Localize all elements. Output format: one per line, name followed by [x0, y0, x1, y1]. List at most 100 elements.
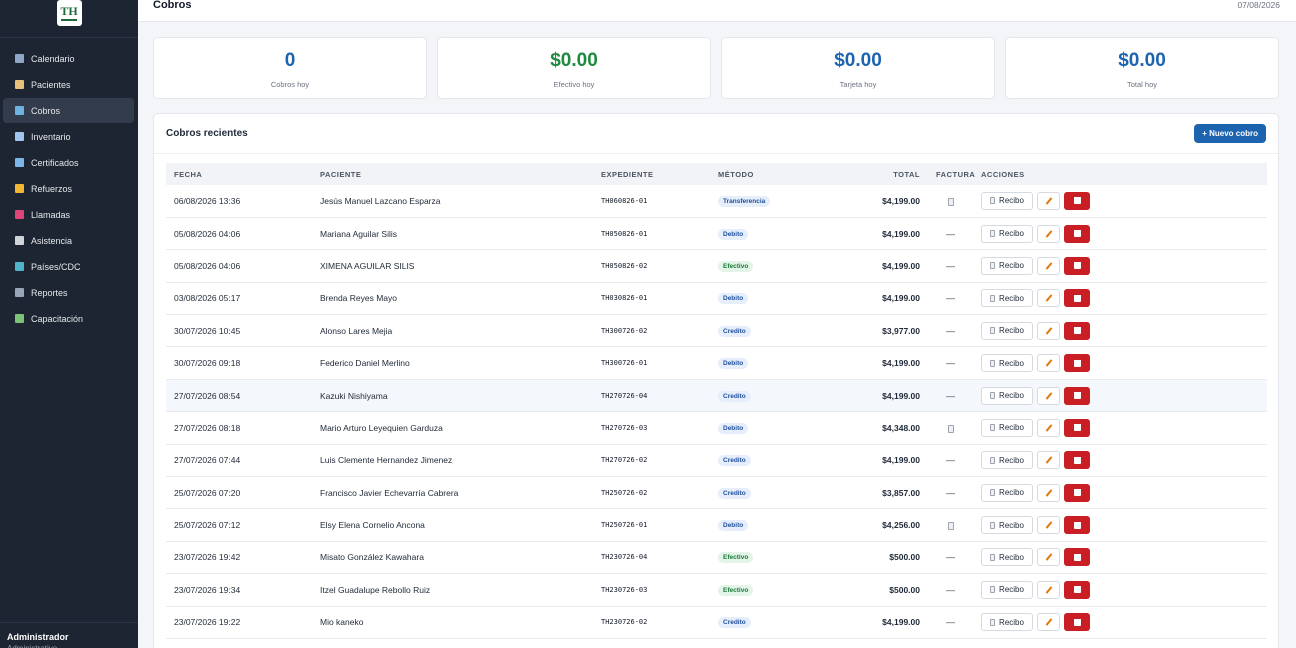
receipt-icon [990, 586, 996, 594]
table-row[interactable]: 30/07/2026 10:45 Alonso Lares Mejia TH3007… [166, 315, 1267, 347]
sidebar-item-certificados[interactable]: Certificados [3, 150, 134, 175]
sidebar-item-cobros[interactable]: Cobros [3, 98, 134, 123]
edit-button[interactable] [1037, 289, 1060, 308]
card-title: Cobros recientes [166, 128, 248, 139]
trash-icon [1073, 392, 1081, 400]
trash-icon [1073, 489, 1081, 497]
delete-button[interactable] [1064, 224, 1090, 243]
invoice-cell: — [928, 347, 973, 379]
sidebar-item-llamadas[interactable]: Llamadas [3, 202, 134, 227]
actions-cell: Recibo [973, 217, 1267, 249]
edit-button[interactable] [1037, 191, 1060, 210]
receipt-button[interactable]: Recibo [981, 256, 1033, 275]
receipt-button[interactable]: Recibo [981, 613, 1033, 632]
edit-button[interactable] [1037, 386, 1060, 405]
sidebar-item-reportes[interactable]: Reportes [3, 280, 134, 305]
table-row[interactable]: 23/07/2026 19:22 Mio kaneko TH230726-02 Cre… [166, 606, 1267, 639]
edit-button[interactable] [1037, 516, 1060, 535]
method-cell: Debito [710, 347, 830, 379]
trash-icon [1073, 456, 1081, 464]
delete-button[interactable] [1064, 191, 1090, 210]
edit-button[interactable] [1037, 451, 1060, 470]
receipt-button[interactable]: Recibo [981, 580, 1033, 599]
table-row[interactable]: 30/07/2026 09:18 Federico Daniel Merlino T… [166, 347, 1267, 380]
table-row[interactable]: 06/08/2026 13:36 Jesús Manuel Lazcano Esp… [166, 185, 1267, 218]
table-row[interactable]: 27/07/2026 08:54 Kazuki Nishiyama TH270726… [166, 379, 1267, 412]
payment-date: 30/07/2026 10:45 [174, 325, 241, 336]
delete-button[interactable] [1064, 451, 1090, 470]
receipt-button[interactable]: Recibo [981, 516, 1033, 535]
phone-icon [15, 210, 24, 219]
sidebar-item-pacientes[interactable]: Pacientes [3, 72, 134, 97]
sidebar-item-pa-ses-cdc[interactable]: Países/CDC [3, 254, 134, 279]
delete-button[interactable] [1064, 289, 1090, 308]
table-row[interactable]: 05/08/2026 04:06 Mariana Aguilar Silis TH0… [166, 217, 1267, 250]
delete-button[interactable] [1064, 256, 1090, 275]
edit-button[interactable] [1037, 224, 1060, 243]
edit-button[interactable] [1037, 548, 1060, 567]
receipt-button[interactable]: Recibo [981, 191, 1033, 210]
clinic-logo[interactable]: TH [56, 0, 82, 26]
pencil-icon [1045, 391, 1052, 400]
sidebar-item-capacitaci-n[interactable]: Capacitación [3, 306, 134, 331]
receipt-button[interactable]: Recibo [981, 418, 1033, 437]
table-row[interactable]: 25/07/2026 07:20 Francisco Javier Echevar… [166, 477, 1267, 509]
edit-button[interactable] [1037, 483, 1060, 502]
invoice-document-icon[interactable] [947, 521, 954, 530]
table-row[interactable]: 25/07/2026 07:12 Elsy Elena Cornelio Anco… [166, 509, 1267, 542]
method-cell: Debito [710, 412, 830, 444]
delete-button[interactable] [1064, 613, 1090, 632]
delete-button[interactable] [1064, 418, 1090, 437]
receipt-button[interactable]: Recibo [981, 483, 1033, 502]
edit-button[interactable] [1037, 580, 1060, 599]
edit-button[interactable] [1037, 418, 1060, 437]
invoice-cell: — [928, 444, 973, 476]
sidebar-item-refuerzos[interactable]: Refuerzos [3, 176, 134, 201]
table-row[interactable]: 03/08/2026 05:17 Brenda Reyes Mayo TH03082… [166, 282, 1267, 315]
edit-button[interactable] [1037, 256, 1060, 275]
receipt-button[interactable]: Recibo [981, 451, 1033, 470]
table-row[interactable]: 23/07/2026 19:42 Misato González Kawahara… [166, 541, 1267, 574]
pencil-icon [1045, 521, 1052, 529]
delete-button[interactable] [1064, 580, 1090, 599]
receipt-button[interactable]: Recibo [981, 321, 1033, 340]
receipt-button[interactable]: Recibo [981, 224, 1033, 243]
new-payment-button[interactable]: + Nuevo cobro [1194, 124, 1266, 143]
receipt-button[interactable]: Recibo [981, 289, 1033, 308]
delete-button[interactable] [1064, 483, 1090, 502]
invoice-cell: — [928, 315, 973, 347]
clipboard-icon [15, 80, 24, 89]
table-header-row: FECHA PACIENTE EXPEDIENTE MÉTODO TOTAL FACTUR… [166, 163, 1267, 185]
sidebar-item-asistencia[interactable]: Asistencia [3, 228, 134, 253]
payment-date: 06/08/2026 13:36 [174, 195, 241, 206]
delete-button[interactable] [1064, 386, 1090, 405]
trash-icon [1073, 424, 1081, 432]
user-panel: Administrador Administrativo [0, 622, 138, 648]
table-row[interactable]: 05/08/2026 04:06 XIMENA AGUILAR SILIS TH05… [166, 250, 1267, 283]
payment-method-badge: Credito [718, 617, 751, 629]
edit-button[interactable] [1037, 613, 1060, 632]
sidebar-item-label: Inventario [31, 131, 71, 142]
sidebar-item-inventario[interactable]: Inventario [3, 124, 134, 149]
table-row[interactable]: 27/07/2026 07:44 Luis Clemente Hernandez … [166, 444, 1267, 477]
stat-card: $0.00 Efectivo hoy [437, 37, 711, 99]
edit-button[interactable] [1037, 321, 1060, 340]
delete-button[interactable] [1064, 321, 1090, 340]
payment-total: $4,199.00 [882, 455, 920, 466]
receipt-button[interactable]: Recibo [981, 354, 1033, 373]
table-row[interactable]: 23/07/2026 19:34 Itzel Guadalupe Rebollo … [166, 574, 1267, 607]
receipt-icon [990, 359, 996, 367]
edit-button[interactable] [1037, 354, 1060, 373]
invoice-document-icon[interactable] [947, 197, 954, 206]
delete-button[interactable] [1064, 548, 1090, 567]
table-row[interactable]: 27/07/2026 08:18 Mario Arturo Leyequien G… [166, 412, 1267, 445]
payment-date: 05/08/2026 04:06 [174, 260, 241, 271]
syringe-icon [15, 132, 24, 141]
invoice-document-icon[interactable] [947, 424, 954, 433]
sidebar-item-calendario[interactable]: Calendario [3, 46, 134, 71]
delete-button[interactable] [1064, 354, 1090, 373]
delete-button[interactable] [1064, 516, 1090, 535]
receipt-button[interactable]: Recibo [981, 386, 1033, 405]
receipt-button-label: Recibo [999, 293, 1024, 303]
receipt-button[interactable]: Recibo [981, 548, 1033, 567]
